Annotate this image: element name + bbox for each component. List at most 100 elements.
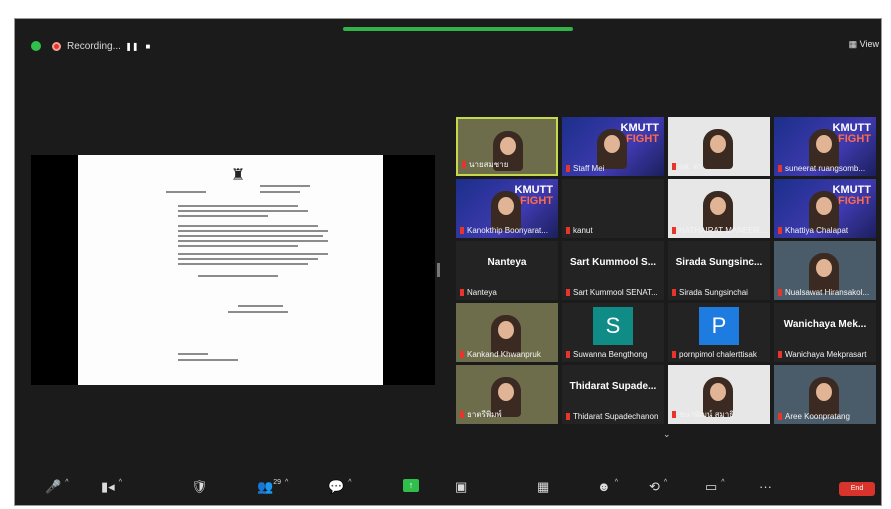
zoom-window: Recording... ❚❚ ■ ▦ View ♜ นายสมชาย KMUT…: [14, 18, 882, 506]
participant-display-name: Sart Kummool S...: [569, 257, 657, 268]
security-shield-icon[interactable]: [31, 41, 41, 51]
muted-mic-icon: [672, 289, 676, 296]
participant-name: pornpimol chalerttisak: [672, 350, 768, 359]
participant-tile[interactable]: Nanteya Nanteya: [456, 241, 558, 300]
muted-mic-icon: [566, 289, 570, 296]
pause-recording-icon[interactable]: ❚❚: [125, 42, 138, 51]
chat-button[interactable]: 💬 ^: [328, 479, 351, 495]
more-button[interactable]: ▭ ^: [705, 479, 725, 495]
participants-button[interactable]: 👥29 ^: [257, 479, 288, 495]
muted-mic-icon: [460, 411, 464, 418]
shared-document: ♜: [78, 155, 383, 385]
participant-name: ชนาพัฒน์ สมาธิ: [672, 408, 768, 421]
participant-tile[interactable]: kanut: [562, 179, 664, 238]
recording-label: Recording...: [67, 40, 121, 52]
participant-tile[interactable]: Wanichaya Mek... Wanichaya Mekprasart: [774, 303, 876, 362]
muted-mic-icon: [566, 413, 570, 420]
participant-tile[interactable]: Ppornpimol chalerttisak: [668, 303, 770, 362]
reactions-button[interactable]: ☻ ^: [597, 479, 618, 494]
participant-display-name: Sirada Sungsinc...: [675, 257, 763, 268]
participant-name: Aree Koonpratang: [778, 412, 874, 421]
participant-video: [809, 129, 839, 169]
participant-gallery: นายสมชาย KMUTT FIGHT Staff Mei ผศ. ดร. KMUTT F…: [456, 117, 878, 477]
muted-mic-icon: [778, 227, 782, 234]
participant-tile[interactable]: KMUTT FIGHT Khattiya Chalapat: [774, 179, 876, 238]
muted-mic-icon: [566, 351, 570, 358]
participant-tile[interactable]: Aree Koonpratang: [774, 365, 876, 424]
participant-video: [597, 129, 627, 169]
chevron-down-icon[interactable]: ⌄: [663, 429, 677, 439]
participant-tile[interactable]: KMUTT FIGHT Kanokthip Boonyarat...: [456, 179, 558, 238]
participant-tile[interactable]: KMUTT FIGHT suneerat ruangsomb...: [774, 117, 876, 176]
participant-name: Nanteya: [460, 288, 556, 297]
participant-name: นายสมชาย: [462, 158, 554, 171]
participant-name: Sart Kummool SENAT...: [566, 288, 662, 297]
participant-name: Kankand Khwanpruk: [460, 350, 556, 359]
participant-tile[interactable]: Sart Kummool S... Sart Kummool SENAT...: [562, 241, 664, 300]
participant-video: [703, 191, 733, 231]
participant-tile[interactable]: Nualsawat Hiransakol...: [774, 241, 876, 300]
muted-mic-icon: [778, 289, 782, 296]
participant-video: [491, 191, 521, 231]
shared-screen: ♜: [31, 155, 435, 385]
participant-name: ธาตรีพิมพ์: [460, 408, 556, 421]
mute-button[interactable]: 🎤 ^: [45, 479, 68, 495]
participant-tile[interactable]: Kankand Khwanpruk: [456, 303, 558, 362]
participant-name: suneerat ruangsomb...: [778, 164, 874, 173]
participant-tile[interactable]: S Suwanna Bengthong: [562, 303, 664, 362]
participant-tile[interactable]: KMUTT FIGHT Staff Mei: [562, 117, 664, 176]
participant-name: Nualsawat Hiransakol...: [778, 288, 874, 297]
more-options-icon[interactable]: ···: [759, 479, 772, 494]
participant-tile[interactable]: Thidarat Supade... Thidarat Supadechanon: [562, 365, 664, 424]
muted-mic-icon: [566, 165, 570, 172]
participant-tile[interactable]: HATHAIRAT MANEERAT: [668, 179, 770, 238]
recording-indicator: Recording... ❚❚ ■: [52, 37, 153, 55]
video-button[interactable]: ▮◂ ^: [101, 479, 122, 495]
participant-display-name: Wanichaya Mek...: [783, 319, 867, 330]
participant-video: [809, 377, 839, 417]
top-strip: [15, 19, 881, 33]
participant-tile[interactable]: Sirada Sungsinc... Sirada Sungsinchai: [668, 241, 770, 300]
participant-tile[interactable]: ผศ. ดร.: [668, 117, 770, 176]
view-label: View: [859, 39, 879, 49]
whiteboard-button[interactable]: ⟲ ^: [649, 479, 667, 495]
participant-name: Wanichaya Mekprasart: [778, 350, 874, 359]
end-button[interactable]: End: [839, 482, 875, 496]
share-indicator-bar: [343, 27, 573, 31]
muted-mic-icon: [460, 227, 464, 234]
muted-mic-icon: [672, 411, 676, 418]
participants-count: 29: [273, 479, 281, 486]
muted-mic-icon: [778, 165, 782, 172]
participant-name: Sirada Sungsinchai: [672, 288, 768, 297]
participant-display-name: Nanteya: [487, 257, 527, 268]
security-button[interactable]: 🛡: [191, 479, 208, 495]
muted-mic-icon: [672, 163, 676, 170]
meeting-toolbar: 🎤 ^ ▮◂ ^ 🛡 👥29 ^ 💬 ^ ↑ ▣ ▦ ☻ ^ ⟲ ^ ▭ ^ ··· End: [15, 471, 881, 505]
stop-recording-icon[interactable]: ■: [143, 42, 153, 51]
participant-avatar: P: [699, 307, 739, 345]
participant-tile[interactable]: ชนาพัฒน์ สมาธิ: [668, 365, 770, 424]
record-button[interactable]: ▣: [455, 479, 467, 495]
muted-mic-icon: [672, 351, 676, 358]
participant-tile[interactable]: นายสมชาย: [456, 117, 558, 176]
participant-tile[interactable]: ธาตรีพิมพ์: [456, 365, 558, 424]
participant-name: Khattiya Chalapat: [778, 226, 874, 235]
pane-resize-handle[interactable]: [437, 263, 440, 277]
participant-name: Kanokthip Boonyarat...: [460, 226, 556, 235]
participant-name: Staff Mei: [566, 164, 662, 173]
muted-mic-icon: [778, 351, 782, 358]
participant-name: kanut: [566, 226, 662, 235]
muted-mic-icon: [460, 289, 464, 296]
share-screen-button[interactable]: ↑: [403, 479, 419, 492]
participant-video: [809, 191, 839, 231]
participant-video: [809, 253, 839, 293]
participant-name: Thidarat Supadechanon: [566, 412, 662, 421]
record-dot-icon: [52, 41, 61, 51]
muted-mic-icon: [778, 413, 782, 420]
muted-mic-icon: [460, 351, 464, 358]
participant-avatar: S: [593, 307, 633, 345]
garuda-seal-icon: ♜: [230, 167, 246, 184]
apps-button[interactable]: ▦: [537, 479, 549, 495]
muted-mic-icon: [566, 227, 570, 234]
view-button[interactable]: ▦ View: [849, 39, 879, 50]
